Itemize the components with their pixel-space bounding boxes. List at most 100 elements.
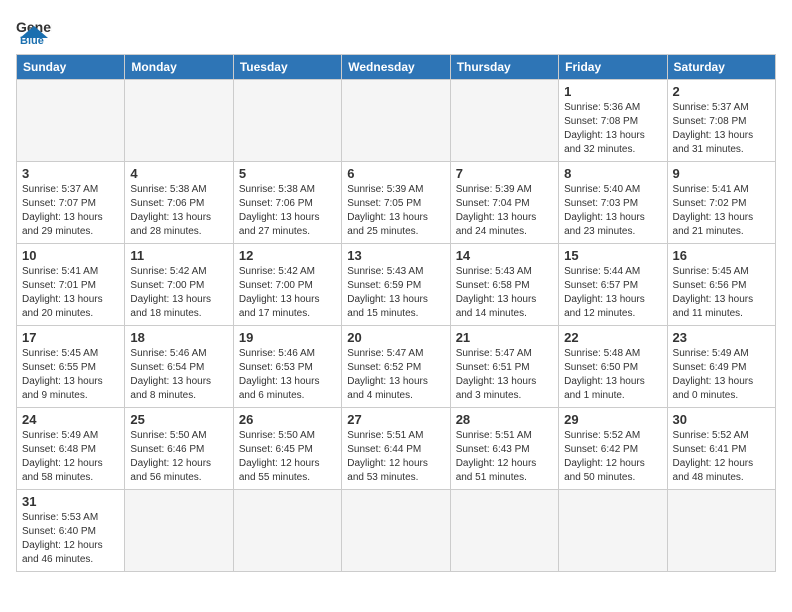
day-info: Sunrise: 5:39 AM Sunset: 7:05 PM Dayligh… <box>347 183 444 239</box>
day-number: 27 <box>347 412 444 427</box>
day-info: Sunrise: 5:51 AM Sunset: 6:44 PM Dayligh… <box>347 429 444 485</box>
calendar-cell: 26 Sunrise: 5:50 AM Sunset: 6:45 PM Dayli… <box>233 408 341 490</box>
weekday-header-tuesday: Tuesday <box>233 55 341 80</box>
day-number: 16 <box>673 248 770 263</box>
day-info: Sunrise: 5:43 AM Sunset: 6:59 PM Dayligh… <box>347 265 444 321</box>
day-number: 28 <box>456 412 553 427</box>
day-number: 14 <box>456 248 553 263</box>
week-row-1: 3Sunrise: 5:37 AM Sunset: 7:07 PM Daylig… <box>17 162 776 244</box>
calendar-cell: 16 Sunrise: 5:45 AM Sunset: 6:56 PM Dayli… <box>667 244 775 326</box>
day-info: Sunrise: 5:50 AM Sunset: 6:46 PM Dayligh… <box>130 429 227 485</box>
day-number: 18 <box>130 330 227 345</box>
weekday-header-monday: Monday <box>125 55 233 80</box>
weekday-header-wednesday: Wednesday <box>342 55 450 80</box>
day-number: 10 <box>22 248 119 263</box>
calendar-cell: 15 Sunrise: 5:44 AM Sunset: 6:57 PM Dayli… <box>559 244 667 326</box>
day-info: Sunrise: 5:37 AM Sunset: 7:07 PM Dayligh… <box>22 183 119 239</box>
day-number: 19 <box>239 330 336 345</box>
day-number: 29 <box>564 412 661 427</box>
calendar-cell <box>667 490 775 572</box>
day-info: Sunrise: 5:52 AM Sunset: 6:42 PM Dayligh… <box>564 429 661 485</box>
day-info: Sunrise: 5:50 AM Sunset: 6:45 PM Dayligh… <box>239 429 336 485</box>
calendar-table: SundayMondayTuesdayWednesdayThursdayFrid… <box>16 54 776 572</box>
day-info: Sunrise: 5:53 AM Sunset: 6:40 PM Dayligh… <box>22 511 119 567</box>
day-info: Sunrise: 5:42 AM Sunset: 7:00 PM Dayligh… <box>130 265 227 321</box>
calendar-cell: 25 Sunrise: 5:50 AM Sunset: 6:46 PM Dayli… <box>125 408 233 490</box>
day-number: 11 <box>130 248 227 263</box>
calendar-cell: 8Sunrise: 5:40 AM Sunset: 7:03 PM Daylig… <box>559 162 667 244</box>
day-number: 15 <box>564 248 661 263</box>
day-number: 6 <box>347 166 444 181</box>
calendar-cell: 7 Sunrise: 5:39 AM Sunset: 7:04 PM Daylig… <box>450 162 558 244</box>
week-row-0: 1 Sunrise: 5:36 AM Sunset: 7:08 PM Daylig… <box>17 80 776 162</box>
calendar-cell <box>450 80 558 162</box>
day-info: Sunrise: 5:46 AM Sunset: 6:53 PM Dayligh… <box>239 347 336 403</box>
weekday-header-saturday: Saturday <box>667 55 775 80</box>
week-row-2: 10Sunrise: 5:41 AM Sunset: 7:01 PM Dayli… <box>17 244 776 326</box>
day-number: 4 <box>130 166 227 181</box>
day-number: 17 <box>22 330 119 345</box>
calendar-cell: 23 Sunrise: 5:49 AM Sunset: 6:49 PM Dayli… <box>667 326 775 408</box>
day-info: Sunrise: 5:47 AM Sunset: 6:51 PM Dayligh… <box>456 347 553 403</box>
calendar-cell: 13 Sunrise: 5:43 AM Sunset: 6:59 PM Dayli… <box>342 244 450 326</box>
day-number: 21 <box>456 330 553 345</box>
calendar-cell: 30 Sunrise: 5:52 AM Sunset: 6:41 PM Dayli… <box>667 408 775 490</box>
day-number: 22 <box>564 330 661 345</box>
day-number: 8 <box>564 166 661 181</box>
calendar-cell: 4Sunrise: 5:38 AM Sunset: 7:06 PM Daylig… <box>125 162 233 244</box>
day-number: 30 <box>673 412 770 427</box>
day-info: Sunrise: 5:36 AM Sunset: 7:08 PM Dayligh… <box>564 101 661 157</box>
day-number: 25 <box>130 412 227 427</box>
calendar-cell: 6 Sunrise: 5:39 AM Sunset: 7:05 PM Daylig… <box>342 162 450 244</box>
day-info: Sunrise: 5:41 AM Sunset: 7:02 PM Dayligh… <box>673 183 770 239</box>
day-info: Sunrise: 5:39 AM Sunset: 7:04 PM Dayligh… <box>456 183 553 239</box>
day-info: Sunrise: 5:45 AM Sunset: 6:56 PM Dayligh… <box>673 265 770 321</box>
day-number: 2 <box>673 84 770 99</box>
svg-text:Blue: Blue <box>20 35 44 44</box>
weekday-header-sunday: Sunday <box>17 55 125 80</box>
calendar-cell: 21 Sunrise: 5:47 AM Sunset: 6:51 PM Dayli… <box>450 326 558 408</box>
week-row-5: 31 Sunrise: 5:53 AM Sunset: 6:40 PM Dayli… <box>17 490 776 572</box>
day-info: Sunrise: 5:47 AM Sunset: 6:52 PM Dayligh… <box>347 347 444 403</box>
day-info: Sunrise: 5:46 AM Sunset: 6:54 PM Dayligh… <box>130 347 227 403</box>
day-number: 9 <box>673 166 770 181</box>
logo-icon: General Blue <box>16 16 52 44</box>
calendar-cell: 29 Sunrise: 5:52 AM Sunset: 6:42 PM Dayli… <box>559 408 667 490</box>
weekday-header-thursday: Thursday <box>450 55 558 80</box>
calendar-cell <box>125 490 233 572</box>
calendar-cell <box>450 490 558 572</box>
calendar-cell: 22Sunrise: 5:48 AM Sunset: 6:50 PM Dayli… <box>559 326 667 408</box>
day-number: 13 <box>347 248 444 263</box>
weekday-header-friday: Friday <box>559 55 667 80</box>
day-number: 23 <box>673 330 770 345</box>
calendar-cell: 31 Sunrise: 5:53 AM Sunset: 6:40 PM Dayli… <box>17 490 125 572</box>
day-number: 24 <box>22 412 119 427</box>
day-info: Sunrise: 5:51 AM Sunset: 6:43 PM Dayligh… <box>456 429 553 485</box>
day-number: 5 <box>239 166 336 181</box>
day-info: Sunrise: 5:44 AM Sunset: 6:57 PM Dayligh… <box>564 265 661 321</box>
calendar-cell: 12Sunrise: 5:42 AM Sunset: 7:00 PM Dayli… <box>233 244 341 326</box>
day-info: Sunrise: 5:45 AM Sunset: 6:55 PM Dayligh… <box>22 347 119 403</box>
calendar-cell <box>233 80 341 162</box>
logo: General Blue <box>16 16 56 44</box>
day-info: Sunrise: 5:37 AM Sunset: 7:08 PM Dayligh… <box>673 101 770 157</box>
calendar-cell: 11 Sunrise: 5:42 AM Sunset: 7:00 PM Dayli… <box>125 244 233 326</box>
week-row-4: 24 Sunrise: 5:49 AM Sunset: 6:48 PM Dayli… <box>17 408 776 490</box>
calendar-cell: 1 Sunrise: 5:36 AM Sunset: 7:08 PM Daylig… <box>559 80 667 162</box>
page-header: General Blue <box>16 16 776 44</box>
day-info: Sunrise: 5:49 AM Sunset: 6:49 PM Dayligh… <box>673 347 770 403</box>
day-number: 31 <box>22 494 119 509</box>
day-number: 7 <box>456 166 553 181</box>
calendar-cell: 10Sunrise: 5:41 AM Sunset: 7:01 PM Dayli… <box>17 244 125 326</box>
day-info: Sunrise: 5:52 AM Sunset: 6:41 PM Dayligh… <box>673 429 770 485</box>
calendar-cell <box>559 490 667 572</box>
calendar-cell: 24 Sunrise: 5:49 AM Sunset: 6:48 PM Dayli… <box>17 408 125 490</box>
calendar-cell: 18 Sunrise: 5:46 AM Sunset: 6:54 PM Dayli… <box>125 326 233 408</box>
calendar-cell <box>17 80 125 162</box>
calendar-cell: 17 Sunrise: 5:45 AM Sunset: 6:55 PM Dayli… <box>17 326 125 408</box>
day-number: 1 <box>564 84 661 99</box>
calendar-cell: 28 Sunrise: 5:51 AM Sunset: 6:43 PM Dayli… <box>450 408 558 490</box>
day-info: Sunrise: 5:49 AM Sunset: 6:48 PM Dayligh… <box>22 429 119 485</box>
calendar-cell <box>125 80 233 162</box>
day-number: 26 <box>239 412 336 427</box>
